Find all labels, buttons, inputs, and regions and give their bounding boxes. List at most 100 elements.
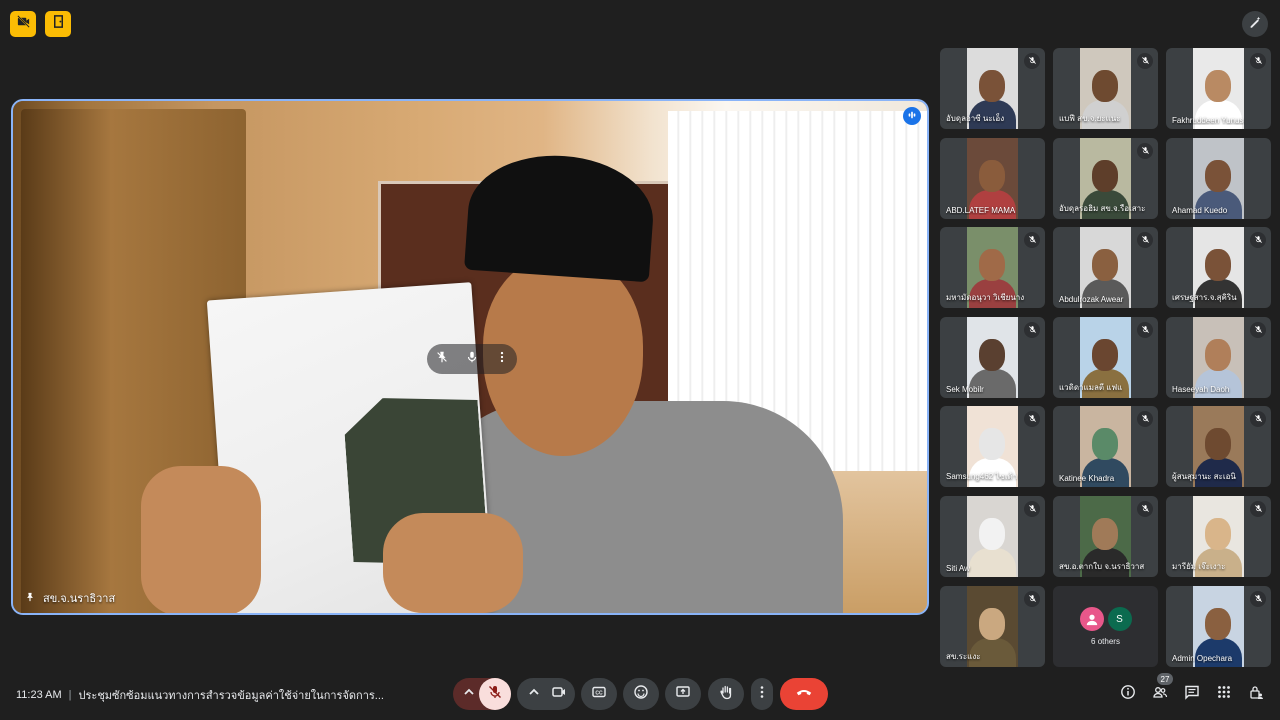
participant-name: ผู้สนสุมานะ สะเอนิ xyxy=(1172,472,1236,481)
participant-tile[interactable]: Samsung462 ไซเด้า xyxy=(940,406,1045,487)
participant-tile[interactable]: Sek Mobilr xyxy=(940,316,1045,398)
participant-face xyxy=(1092,428,1118,460)
participant-tile[interactable]: แวดิดาแมลตี แฟแ xyxy=(1053,316,1158,398)
mic-off-icon xyxy=(1254,231,1263,249)
participant-name: Samsung462 ไซเด้า xyxy=(946,472,1018,481)
participant-face xyxy=(979,608,1005,640)
participant-tile[interactable]: Haseeyah Daoh xyxy=(1166,316,1271,398)
door-exit-icon xyxy=(51,14,66,34)
mic-off-indicator xyxy=(1250,411,1266,427)
people-button[interactable] xyxy=(1150,684,1170,704)
mic-options-chevron-icon[interactable] xyxy=(461,684,477,705)
mic-off-indicator xyxy=(1250,591,1266,607)
participant-name: Haseeyah Daoh xyxy=(1172,384,1230,394)
pencil-sparkle-icon xyxy=(1248,15,1262,34)
participant-tile[interactable]: Admin Opechara xyxy=(1166,586,1271,667)
participant-name: มารียัม เจ๊ะเงาะ xyxy=(1172,561,1226,571)
apps-grid-icon xyxy=(1216,684,1232,705)
participant-tile[interactable]: เศรษฐสาร.จ.สุคิริน xyxy=(1166,227,1271,308)
participant-name: Ahamad Kuedo xyxy=(1172,205,1228,215)
mic-off-icon xyxy=(1254,590,1263,608)
participant-tile[interactable]: มารียัม เจ๊ะเงาะ xyxy=(1166,495,1271,577)
microphone-toggle-button[interactable] xyxy=(479,678,511,710)
participant-tile[interactable]: ผู้สนสุมานะ สะเอนิ xyxy=(1166,406,1271,487)
mic-off-icon xyxy=(1028,321,1037,339)
mic-off-indicator xyxy=(1137,142,1153,160)
participant-name: Katinee Khadra xyxy=(1059,474,1115,483)
leave-call-button[interactable] xyxy=(780,678,828,710)
camera-control xyxy=(517,678,575,710)
participant-tile[interactable]: ABD.LATEF MAMA xyxy=(940,137,1045,219)
participant-tile[interactable]: สข.ระแงะ xyxy=(940,586,1045,667)
participant-name: อับดุลรอฮิม สข.จ.รือเสาะ xyxy=(1059,203,1146,213)
participant-name: Sek Mobilr xyxy=(946,384,984,394)
camera-options-chevron-icon[interactable] xyxy=(526,684,542,705)
mic-off-indicator xyxy=(1250,53,1266,69)
raise-hand-button[interactable] xyxy=(708,678,744,710)
mic-off-indicator xyxy=(1137,500,1153,517)
more-vert-icon xyxy=(754,684,770,705)
participant-name: เศรษฐสาร.จ.สุคิริน xyxy=(1172,293,1237,302)
participant-face xyxy=(979,249,1005,281)
avatar: S xyxy=(1107,607,1132,631)
mic-off-indicator xyxy=(1250,232,1266,248)
participant-tile[interactable]: Abdulrozak Awear xyxy=(1053,227,1158,308)
mic-off-icon xyxy=(1141,142,1150,160)
mic-off-indicator xyxy=(1250,321,1266,339)
participants-count-badge: 27 xyxy=(1157,673,1173,685)
present-screen-button[interactable] xyxy=(665,678,701,710)
speaker-hand-right xyxy=(383,513,523,613)
participant-face xyxy=(979,428,1005,460)
mic-off-icon xyxy=(1028,590,1037,608)
participant-name: แบฟี สข.จ.ยะแนะ xyxy=(1059,114,1121,123)
others-label: 6 others xyxy=(1091,637,1120,646)
captions-button[interactable]: CC xyxy=(581,678,617,710)
info-icon xyxy=(1120,684,1136,705)
mic-off-indicator xyxy=(1137,411,1153,427)
mic-off-icon xyxy=(1254,321,1263,339)
camera-off-indicator[interactable] xyxy=(10,11,36,37)
reactions-button[interactable] xyxy=(623,678,659,710)
mic-off-indicator xyxy=(1250,500,1266,518)
mute-participant-icon[interactable] xyxy=(465,350,479,369)
main-video-tile[interactable]: สข.จ.นราธิวาส xyxy=(11,99,929,615)
participant-tile[interactable]: Fakhruddeen Yunus xyxy=(1166,48,1271,129)
chat-button[interactable] xyxy=(1182,684,1202,704)
bottom-toolbar: 11:23 AM | ประชุมซักซ้อมแนวทางการสำรวจข้… xyxy=(0,670,1280,720)
more-options-icon[interactable] xyxy=(495,350,509,369)
lock-person-icon xyxy=(1248,684,1264,705)
mic-off-icon xyxy=(1254,410,1263,428)
activities-button[interactable] xyxy=(1214,684,1234,704)
companion-mode-button[interactable] xyxy=(1242,11,1268,37)
participant-tile[interactable]: อับดุลอาซี นะเอ็ง xyxy=(940,48,1045,129)
mic-off-indicator xyxy=(1137,53,1153,69)
others-tile[interactable]: S 6 others xyxy=(1053,586,1158,667)
mic-off-icon xyxy=(487,684,503,705)
mic-off-icon xyxy=(1254,500,1263,518)
participant-tile[interactable]: มหามัดอนุวา วิเชียนาง xyxy=(940,227,1045,308)
participant-name: Siti Aw xyxy=(946,563,970,573)
camera-off-icon xyxy=(16,14,31,34)
participant-tile[interactable]: Katinee Khadra xyxy=(1053,406,1158,487)
hand-icon xyxy=(718,684,734,705)
participant-tile[interactable]: Ahamad Kuedo xyxy=(1166,137,1271,219)
mic-off-indicator xyxy=(1024,321,1040,339)
avatar xyxy=(1079,607,1104,631)
participant-face xyxy=(1205,249,1231,281)
camera-toggle-button[interactable] xyxy=(551,684,567,705)
leave-host-indicator[interactable] xyxy=(45,11,71,37)
participant-face xyxy=(1092,249,1118,281)
participant-tile[interactable]: สข.อ.ตากใบ จ.นราธิวาส xyxy=(1053,495,1158,577)
pin-icon[interactable] xyxy=(435,350,449,369)
mic-off-icon xyxy=(1141,410,1150,428)
present-screen-icon xyxy=(675,684,691,705)
mic-off-indicator xyxy=(1137,321,1153,338)
host-controls-button[interactable] xyxy=(1246,684,1266,704)
participant-tile[interactable]: Siti Aw xyxy=(940,495,1045,577)
meeting-details-button[interactable] xyxy=(1118,684,1138,704)
participant-tile[interactable]: แบฟี สข.จ.ยะแนะ xyxy=(1053,48,1158,129)
more-options-button[interactable] xyxy=(751,678,773,710)
participant-face xyxy=(1205,428,1231,460)
participant-tile[interactable]: อับดุลรอฮิม สข.จ.รือเสาะ xyxy=(1053,137,1158,219)
participant-name: อับดุลอาซี นะเอ็ง xyxy=(946,114,1005,123)
